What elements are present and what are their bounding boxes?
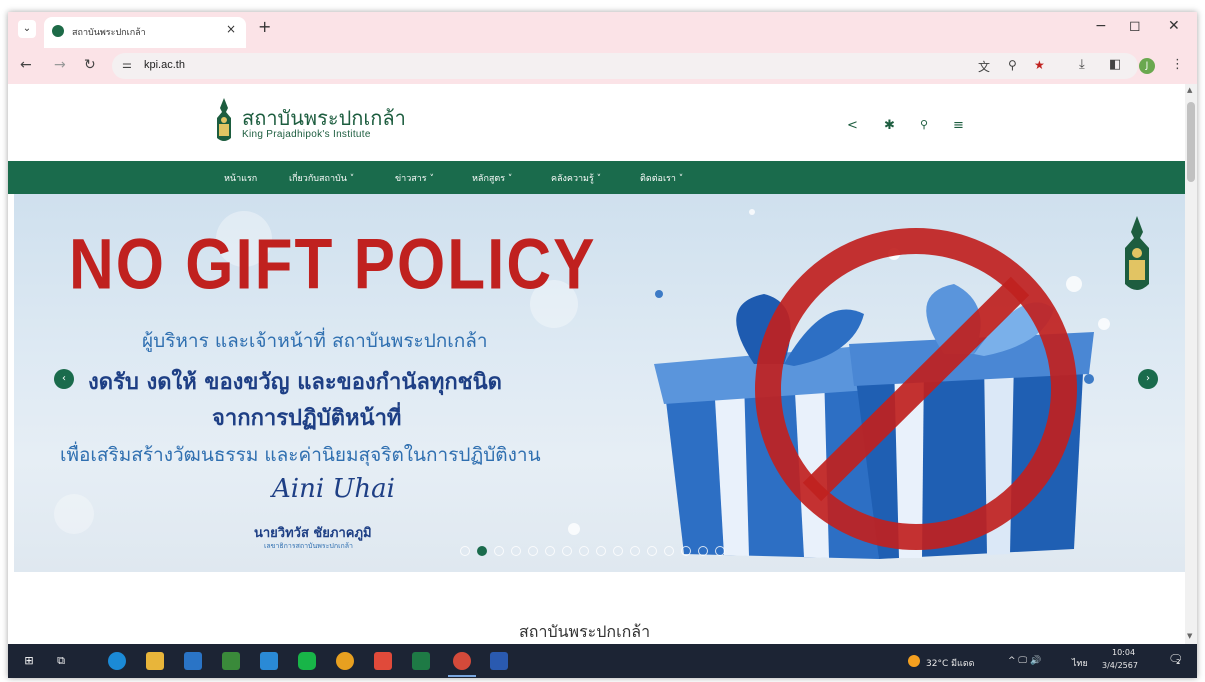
carousel-dot[interactable] (528, 546, 538, 556)
download-icon[interactable]: ⤓ (1079, 57, 1085, 72)
address-bar[interactable]: ⚌ kpi.ac.th 文 ⚲ ★ (112, 53, 1138, 79)
minimize-icon[interactable]: − (1095, 18, 1107, 34)
edge-icon[interactable] (108, 652, 126, 670)
gift-box-prohibited-icon (654, 228, 1094, 559)
carousel-next-button[interactable]: › (1138, 369, 1158, 389)
section-title: สถาบันพระปกเกล้า (519, 622, 651, 641)
tab-search-icon[interactable]: ⌄ (18, 20, 36, 38)
nav-item-knowledge[interactable]: คลังความรู้ ˅ (551, 171, 601, 185)
analytics-icon[interactable] (222, 652, 240, 670)
back-icon[interactable]: ← (20, 57, 32, 73)
settings-icon[interactable]: ✱ (884, 118, 895, 133)
word-icon[interactable] (490, 652, 508, 670)
new-tab-button[interactable]: + (258, 17, 271, 36)
carousel-dot[interactable] (613, 546, 623, 556)
carousel-dot[interactable] (460, 546, 470, 556)
kpi-emblem-icon (1125, 216, 1149, 290)
tab-close-icon[interactable]: × (226, 22, 236, 36)
browser-tab[interactable]: สถาบันพระปกเกล้า × (44, 17, 246, 48)
carousel-dot[interactable] (681, 546, 691, 556)
carousel-prev-button[interactable]: ‹ (54, 369, 74, 389)
bookmark-star-icon[interactable]: ★ (1034, 58, 1045, 72)
web-page: สถาบันพระปกเกล้า King Prajadhipok's Inst… (8, 84, 1185, 644)
scroll-thumb[interactable] (1187, 102, 1195, 182)
carousel-dot[interactable] (596, 546, 606, 556)
nav-item-about[interactable]: เกี่ยวกับสถาบัน ˅ (289, 171, 354, 185)
share-icon[interactable]: < (847, 118, 858, 133)
carousel-dot[interactable] (715, 546, 725, 556)
nav-item-news[interactable]: ข่าวสาร ˅ (395, 171, 434, 185)
nav-item-home[interactable]: หน้าแรก (224, 171, 257, 185)
forward-icon[interactable]: → (54, 57, 66, 73)
active-app-indicator (448, 675, 476, 677)
menu-dots-icon[interactable]: ⋮ (1171, 57, 1184, 72)
weather-text[interactable]: 32°C มีแดด (926, 656, 975, 670)
tray-icons[interactable]: ^ 🖵 🔊 (1008, 656, 1041, 666)
carousel-dot[interactable] (630, 546, 640, 556)
carousel-dot[interactable] (477, 546, 487, 556)
notification-count: 2 (1176, 658, 1181, 666)
chrome-active-icon[interactable] (453, 652, 471, 670)
clock-time[interactable]: 10:04 (1112, 648, 1135, 657)
zoom-icon[interactable]: ⚲ (1008, 58, 1017, 72)
hero-subtitle: ผู้บริหาร และเจ้าหน้าที่ สถาบันพระปกเกล้… (142, 330, 488, 352)
signature: Aini Uhai (272, 474, 395, 504)
file-explorer-icon[interactable] (146, 652, 164, 670)
close-window-icon[interactable]: ✕ (1168, 18, 1180, 34)
mail-icon[interactable] (260, 652, 278, 670)
page-scrollbar[interactable]: ▲ ▼ (1185, 84, 1197, 644)
carousel-dot[interactable] (511, 546, 521, 556)
main-navigation: หน้าแรก เกี่ยวกับสถาบัน ˅ ข่าวสาร ˅ หลัก… (8, 161, 1185, 194)
logo-english-text[interactable]: King Prajadhipok's Institute (242, 129, 371, 140)
clock-date[interactable]: 3/4/2567 (1102, 661, 1138, 670)
profile-avatar[interactable]: J (1139, 58, 1155, 74)
chrome-icon[interactable] (336, 652, 354, 670)
hero-headline: งดรับ งดให้ ของขวัญ และของกำนัลทุกชนิด (88, 370, 502, 395)
tab-title: สถาบันพระปกเกล้า (72, 28, 146, 38)
hero-carousel[interactable]: NO GIFT POLICY ผู้บริหาร และเจ้าหน้าที่ … (14, 194, 1185, 572)
hero-tagline: เพื่อเสริมสร้างวัฒนธรรม และค่านิยมสุจริต… (60, 444, 541, 466)
nav-item-courses[interactable]: หลักสูตร ˅ (472, 171, 512, 185)
tab-strip: ⌄ สถาบันพระปกเกล้า × + − ◻ ✕ (8, 12, 1197, 48)
browser-toolbar: ← → ↻ ⚌ kpi.ac.th 文 ⚲ ★ ⤓ ◧ J ⋮ (8, 48, 1197, 84)
excel-icon[interactable] (412, 652, 430, 670)
reload-icon[interactable]: ↻ (84, 57, 96, 73)
favicon-icon (52, 25, 64, 37)
carousel-dot[interactable] (647, 546, 657, 556)
url-text[interactable]: kpi.ac.th (144, 59, 185, 71)
hero-title: NO GIFT POLICY (69, 225, 597, 305)
hero-headline-continued: จากการปฏิบัติหน้าที่ (212, 406, 402, 431)
sidepanel-icon[interactable]: ◧ (1109, 57, 1121, 72)
start-icon[interactable]: ⊞ (20, 652, 38, 670)
language-indicator[interactable]: ไทย (1072, 656, 1088, 670)
scroll-up-icon[interactable]: ▲ (1187, 86, 1192, 94)
translate-icon[interactable]: 文 (978, 58, 990, 75)
acrobat-icon[interactable] (374, 652, 392, 670)
windows-taskbar: ⊞ ⧉ 32°C มีแดด ^ 🖵 🔊 ไทย 10:04 3/4/2567 … (8, 644, 1197, 678)
hamburger-menu-icon[interactable]: ≡ (953, 118, 964, 133)
search-icon[interactable]: ⚲ (920, 118, 928, 131)
site-settings-icon[interactable]: ⚌ (122, 58, 132, 71)
restore-icon[interactable]: ◻ (1129, 18, 1141, 34)
carousel-dot[interactable] (579, 546, 589, 556)
carousel-dot[interactable] (664, 546, 674, 556)
carousel-dot[interactable] (494, 546, 504, 556)
carousel-dot[interactable] (698, 546, 708, 556)
signer-name: นายวิทวัส ชัยภาคภูมิ (254, 526, 372, 541)
browser-window: ⌄ สถาบันพระปกเกล้า × + − ◻ ✕ ← → ↻ ⚌ kpi… (8, 12, 1197, 678)
store-icon[interactable] (184, 652, 202, 670)
task-view-icon[interactable]: ⧉ (52, 652, 70, 670)
carousel-dot[interactable] (545, 546, 555, 556)
scroll-down-icon[interactable]: ▼ (1187, 632, 1192, 640)
nav-item-contact[interactable]: ติดต่อเรา ˅ (640, 171, 683, 185)
weather-icon[interactable] (908, 655, 920, 667)
signer-title: เลขาธิการสถาบันพระปกเกล้า (264, 542, 353, 550)
carousel-dot[interactable] (562, 546, 572, 556)
line-icon[interactable] (298, 652, 316, 670)
kpi-logo-icon[interactable] (213, 98, 235, 144)
